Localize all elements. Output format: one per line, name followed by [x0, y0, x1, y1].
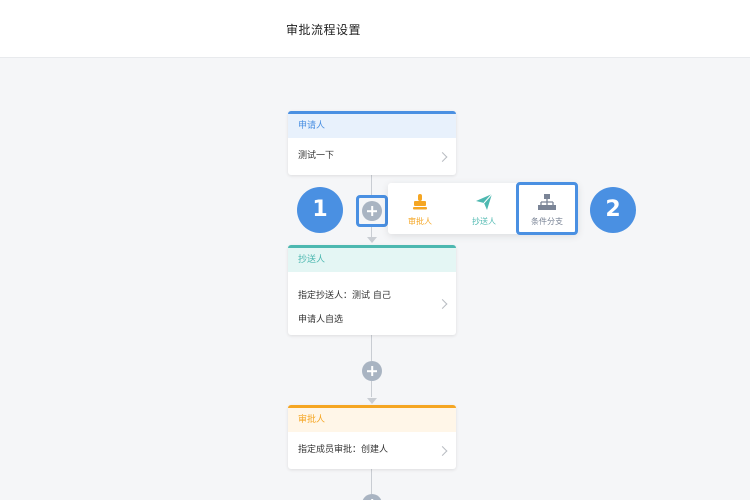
menu-item-cc[interactable]: 抄送人	[454, 183, 514, 234]
add-button-highlight	[356, 195, 388, 227]
cc-node-line1: 指定抄送人：测试 自己	[298, 291, 391, 301]
applicant-node-body[interactable]: 测试一下	[288, 138, 456, 175]
menu-item-label: 条件分支	[531, 217, 563, 226]
menu-item-condition-branch[interactable]: 条件分支	[516, 182, 578, 235]
connector-line	[371, 227, 372, 237]
page-title: 审批流程设置	[286, 23, 362, 37]
approver-node-title: 审批人	[288, 408, 456, 432]
cc-node-line2: 申请人自选	[298, 315, 344, 325]
approver-node[interactable]: 审批人 指定成员审批：创建人	[288, 405, 456, 469]
annotation-badge-2: 2	[590, 187, 636, 233]
menu-item-approver[interactable]: 审批人	[390, 183, 450, 234]
menu-item-label: 抄送人	[472, 217, 496, 226]
paper-plane-icon	[476, 193, 493, 210]
connector-line	[371, 469, 372, 494]
add-node-button[interactable]	[362, 494, 382, 500]
stamp-icon	[413, 194, 427, 210]
branch-icon	[538, 194, 556, 210]
applicant-node-title: 申请人	[288, 114, 456, 138]
connector-line	[371, 335, 372, 361]
connector-line	[371, 381, 372, 397]
applicant-node[interactable]: 申请人 测试一下	[288, 111, 456, 175]
add-node-button[interactable]	[362, 201, 382, 221]
cc-node-body[interactable]: 指定抄送人：测试 自己 申请人自选	[288, 272, 456, 335]
connector-line	[371, 175, 372, 195]
add-node-button[interactable]	[362, 361, 382, 381]
top-bar: 审批流程设置	[0, 0, 750, 58]
approver-node-content: 指定成员审批：创建人	[298, 445, 389, 455]
add-node-menu: 审批人 抄送人 条件分支	[388, 182, 578, 235]
connector-arrow	[367, 398, 377, 404]
connector-arrow	[367, 237, 377, 243]
chevron-right-icon	[437, 298, 448, 309]
cc-node[interactable]: 抄送人 指定抄送人：测试 自己 申请人自选	[288, 245, 456, 335]
menu-item-label: 审批人	[408, 217, 432, 226]
cc-node-title: 抄送人	[288, 248, 456, 272]
applicant-node-content: 测试一下	[298, 151, 335, 161]
approver-node-body[interactable]: 指定成员审批：创建人	[288, 432, 456, 469]
chevron-right-icon	[437, 445, 448, 456]
chevron-right-icon	[437, 151, 448, 162]
annotation-badge-1: 1	[297, 187, 343, 233]
